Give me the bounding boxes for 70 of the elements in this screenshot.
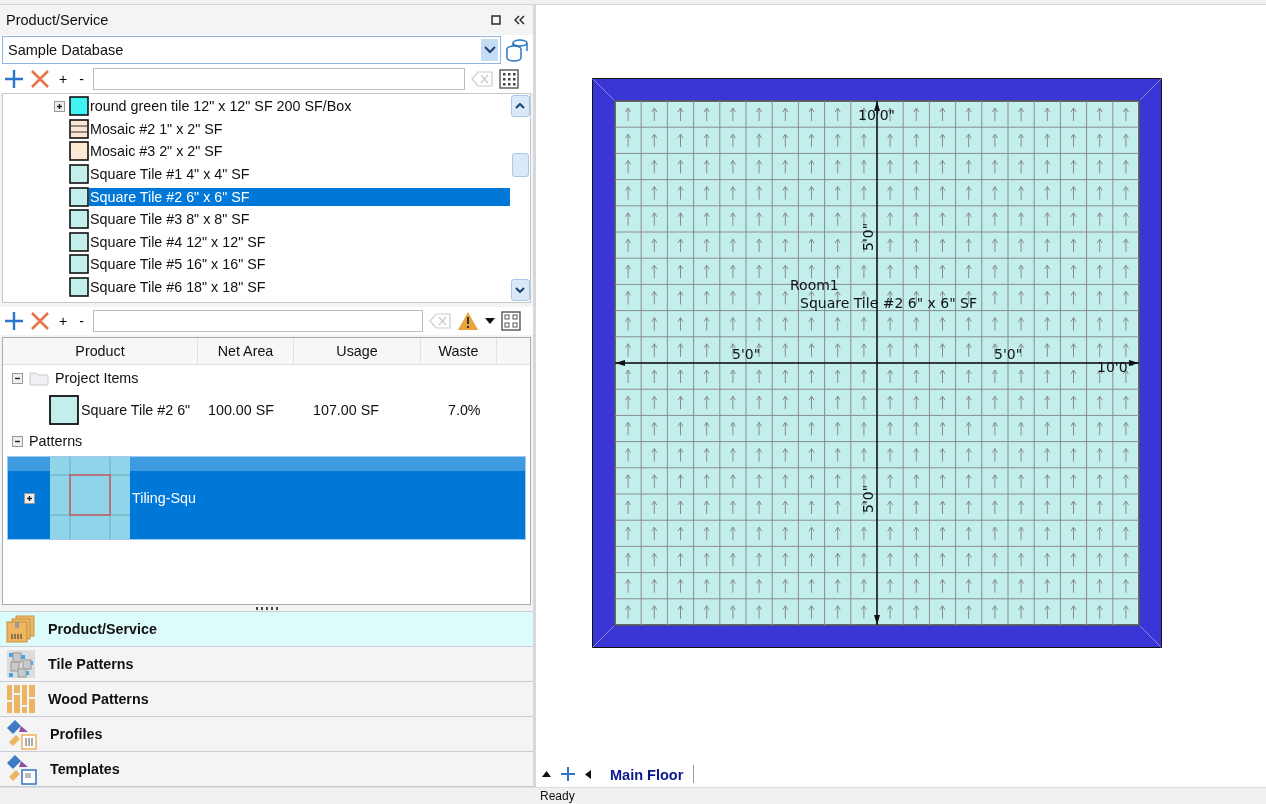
delete-icon[interactable]: [30, 69, 50, 89]
folder-icon: [29, 370, 49, 386]
database-dropdown[interactable]: Sample Database: [2, 36, 501, 64]
dimension-label: 5'0": [994, 346, 1023, 362]
dimension-label: 5'0": [860, 484, 876, 513]
tile-pattern-icon: [50, 457, 130, 539]
wood-planks-icon: [6, 685, 36, 713]
catalog-item[interactable]: Square Tile #2 6" x 6" SF: [89, 187, 510, 206]
dimension-label: 5'0": [732, 346, 761, 362]
status-text: Ready: [540, 789, 575, 803]
add-icon[interactable]: [560, 766, 576, 782]
scroll-thumb[interactable]: [511, 153, 529, 177]
table-cell: Square Tile #2 6": [81, 401, 191, 418]
scroll-up-icon[interactable]: [515, 103, 525, 109]
pattern-row[interactable]: Tiling-Squ: [7, 456, 526, 540]
group-label: Project Items: [55, 370, 139, 386]
collapse-icon[interactable]: [513, 15, 525, 25]
catalog-item[interactable]: Square Tile #4 12" x 12" SF: [89, 232, 510, 251]
expand-all-button[interactable]: +: [56, 313, 71, 329]
boxes-icon: [6, 615, 36, 643]
table-cell-text: 107.00 SF: [312, 401, 380, 418]
panel-title: Product/Service: [6, 12, 110, 28]
expand-icon[interactable]: [54, 100, 65, 112]
add-icon[interactable]: [4, 69, 24, 89]
nav-item[interactable]: Wood Patterns: [0, 682, 533, 717]
layout-icon[interactable]: [500, 311, 521, 331]
left-arrow-icon[interactable]: [585, 769, 591, 779]
dropdown-caret-icon[interactable]: [484, 318, 495, 324]
restore-icon[interactable]: [491, 15, 501, 25]
floor-tab[interactable]: Main Floor: [600, 765, 695, 783]
grid-view-icon[interactable]: [498, 69, 519, 89]
profile-icon: [6, 718, 38, 750]
group-label: Patterns: [29, 433, 83, 449]
nav-item[interactable]: Tile Patterns: [0, 647, 533, 682]
search-field[interactable]: [92, 68, 465, 90]
nav-item[interactable]: Templates: [0, 752, 533, 787]
column-header[interactable]: Net Area: [198, 338, 294, 364]
scroll-down-icon[interactable]: [515, 287, 525, 293]
dimension-label: 5'0": [860, 222, 876, 251]
search-field[interactable]: [92, 310, 423, 332]
splitter-grip-icon[interactable]: [255, 606, 278, 610]
catalog-item[interactable]: Square Tile #1 4" x 4" SF: [89, 165, 510, 184]
column-header[interactable]: Waste: [421, 338, 497, 364]
warning-icon[interactable]: [456, 311, 479, 331]
catalog-item[interactable]: Square Tile #6 18" x 18" SF: [89, 278, 510, 297]
up-arrow-icon[interactable]: [542, 771, 551, 777]
nav-item[interactable]: Profiles: [0, 717, 533, 752]
column-header[interactable]: Product: [3, 338, 198, 364]
collapse-all-button[interactable]: -: [76, 71, 87, 87]
table-cell-text: 7.0%: [447, 401, 482, 418]
collapse-all-button[interactable]: -: [76, 313, 87, 329]
tile-pattern-icon: [6, 650, 36, 678]
caret-icon[interactable]: [483, 46, 496, 54]
expand-icon[interactable]: [23, 492, 35, 504]
table-cell-text: 100.00 SF: [207, 401, 275, 418]
collapse-icon[interactable]: [12, 372, 23, 384]
expand-all-button[interactable]: +: [56, 71, 71, 87]
delete-icon[interactable]: [30, 311, 50, 331]
database-icon[interactable]: [505, 38, 529, 62]
catalog-item[interactable]: Square Tile #3 8" x 8" SF: [89, 210, 510, 229]
template-icon: [6, 753, 38, 785]
nav-item[interactable]: Product/Service: [0, 612, 533, 647]
catalog-item[interactable]: Mosaic #3 2" x 2" SF: [89, 142, 510, 161]
catalog-item[interactable]: Square Tile #5 16" x 16" SF: [89, 255, 510, 274]
collapse-icon[interactable]: [12, 435, 23, 447]
add-icon[interactable]: [4, 311, 24, 331]
catalog-item[interactable]: round green tile 12" x 12" SF 200 SF/Box: [89, 97, 510, 116]
column-header[interactable]: Usage: [294, 338, 421, 364]
room-name: Room1: [790, 277, 839, 293]
catalog-item[interactable]: Mosaic #2 1" x 2" SF: [89, 119, 510, 138]
